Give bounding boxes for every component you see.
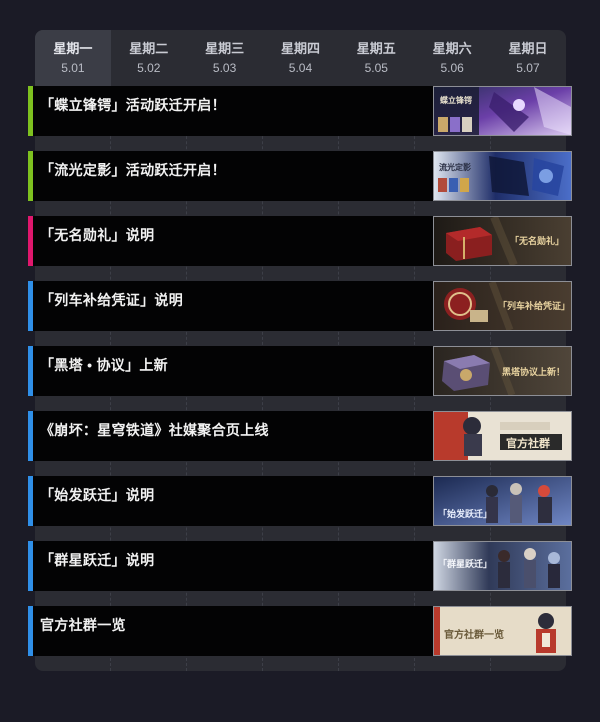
day-date: 5.06 (440, 61, 464, 75)
event-color-bar (28, 541, 33, 591)
day-date: 5.05 (364, 61, 388, 75)
event-banner-thumbnail[interactable]: 「始发跃迁」 (433, 476, 572, 526)
event-row[interactable]: 「黑塔 • 协议」上新 黑塔协议上新！ (28, 346, 572, 396)
banner-caption: 官方社群 (506, 438, 550, 450)
day-tab-fri[interactable]: 星期五 5.05 (338, 30, 414, 86)
event-color-bar (28, 476, 33, 526)
day-name: 星期六 (432, 41, 472, 56)
event-title: 官方社群一览 (40, 617, 126, 633)
event-title: 《崩坏：星穹铁道》社媒聚合页上线 (40, 422, 269, 438)
day-name: 星期日 (508, 41, 548, 56)
event-banner-thumbnail[interactable]: 官方社群 (433, 411, 572, 461)
day-tab-tue[interactable]: 星期二 5.02 (111, 30, 187, 86)
day-date: 5.02 (137, 61, 161, 75)
event-title: 「流光定影」活动跃迁开启！ (40, 162, 226, 178)
event-color-bar (28, 411, 33, 461)
event-row[interactable]: 官方社群一览 官方社群一览 (28, 606, 572, 656)
banner-caption: 「无名勋礼」 (510, 236, 565, 246)
event-banner-thumbnail[interactable]: 官方社群一览 (433, 606, 572, 656)
day-tab-sun[interactable]: 星期日 5.07 (490, 30, 566, 86)
event-banner-thumbnail[interactable]: 蝶立锋锷 (433, 86, 572, 136)
banner-caption: 「群星跃迁」 (438, 559, 493, 569)
weekday-header: 星期一 5.01 星期二 5.02 星期三 5.03 星期四 5.04 星期五 … (35, 30, 566, 86)
day-name: 星期二 (129, 41, 169, 56)
day-name: 星期五 (356, 41, 396, 56)
event-color-bar (28, 346, 33, 396)
day-tab-wed[interactable]: 星期三 5.03 (187, 30, 263, 86)
event-color-bar (28, 606, 33, 656)
day-date: 5.01 (61, 61, 85, 75)
event-title: 「群星跃迁」说明 (40, 552, 155, 568)
banner-art (434, 412, 571, 460)
banner-caption: 黑塔协议上新！ (502, 367, 566, 377)
event-banner-thumbnail[interactable]: 流光定影 (433, 151, 572, 201)
event-color-bar (28, 86, 33, 136)
event-row[interactable]: 「群星跃迁」说明 「群星跃迁」 (28, 541, 572, 591)
banner-caption: 蝶立锋锷 (440, 96, 472, 105)
event-row[interactable]: 「始发跃迁」说明 「始发跃迁」 (28, 476, 572, 526)
event-color-bar (28, 216, 33, 266)
event-row[interactable]: 《崩坏：星穹铁道》社媒聚合页上线 官方社群 (28, 411, 572, 461)
event-row[interactable]: 「蝶立锋锷」活动跃迁开启！ 蝶立锋锷 (28, 86, 572, 136)
day-date: 5.03 (212, 61, 237, 75)
event-row[interactable]: 「流光定影」活动跃迁开启！ 流光定影 (28, 151, 572, 201)
day-name: 星期三 (205, 41, 245, 56)
event-title: 「黑塔 • 协议」上新 (40, 357, 168, 373)
banner-art (434, 152, 571, 200)
day-date: 5.07 (516, 61, 540, 75)
day-tab-thu[interactable]: 星期四 5.04 (263, 30, 339, 86)
event-banner-thumbnail[interactable]: 「无名勋礼」 (433, 216, 572, 266)
banner-caption: 「始发跃迁」 (438, 509, 493, 519)
event-banner-thumbnail[interactable]: 「群星跃迁」 (433, 541, 572, 591)
event-banner-thumbnail[interactable]: 「列车补给凭证」 (433, 281, 572, 331)
day-tab-sat[interactable]: 星期六 5.06 (414, 30, 490, 86)
day-tab-mon[interactable]: 星期一 5.01 (35, 30, 111, 86)
day-date: 5.04 (288, 61, 313, 75)
event-row[interactable]: 「无名勋礼」说明 「无名勋礼」 (28, 216, 572, 266)
event-title: 「无名勋礼」说明 (40, 227, 155, 243)
day-name: 星期一 (53, 41, 93, 56)
banner-caption: 流光定影 (439, 163, 471, 172)
event-color-bar (28, 151, 33, 201)
event-color-bar (28, 281, 33, 331)
banner-caption: 官方社群一览 (444, 630, 504, 641)
event-row[interactable]: 「列车补给凭证」说明 「列车补给凭证」 (28, 281, 572, 331)
banner-caption: 「列车补给凭证」 (498, 301, 571, 311)
event-title: 「列车补给凭证」说明 (40, 292, 183, 308)
event-title: 「始发跃迁」说明 (40, 487, 155, 503)
event-title: 「蝶立锋锷」活动跃迁开启！ (40, 97, 226, 113)
event-banner-thumbnail[interactable]: 黑塔协议上新！ (433, 346, 572, 396)
day-name: 星期四 (280, 41, 320, 56)
